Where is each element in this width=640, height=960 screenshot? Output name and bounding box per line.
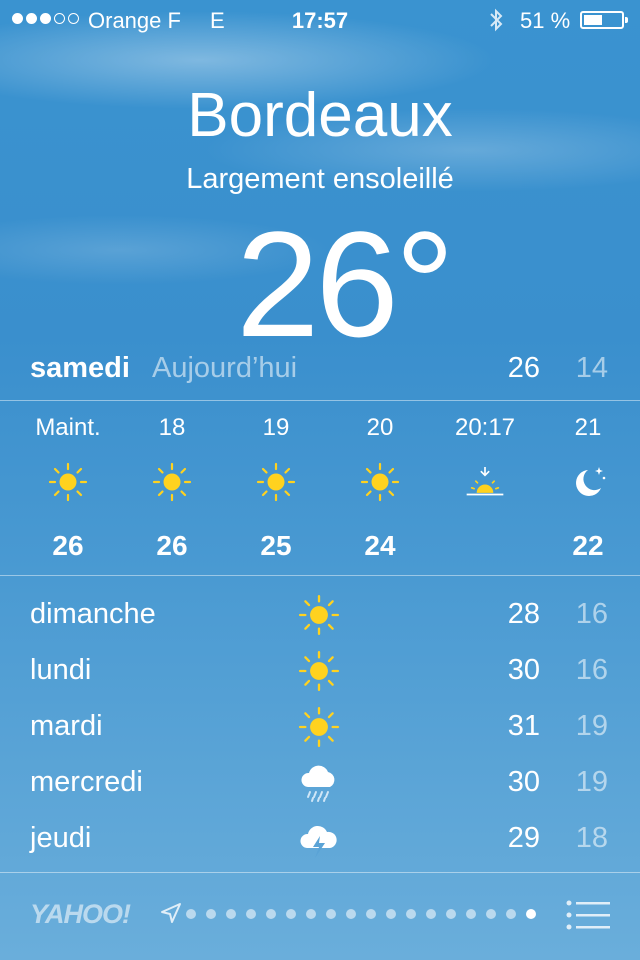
sun-icon xyxy=(360,462,400,502)
page-dot xyxy=(506,909,516,919)
hour-time: 21 xyxy=(574,414,602,441)
sun-icon xyxy=(298,650,340,692)
sun-icon xyxy=(298,594,340,636)
divider xyxy=(0,575,640,576)
current-temperature: 26° xyxy=(236,200,455,368)
page-dot xyxy=(326,909,336,919)
weather-condition: Largement ensoleillé xyxy=(186,163,454,195)
daily-row: jeudi 29 18 xyxy=(0,814,640,864)
hour-temp: 26 xyxy=(156,530,188,561)
hour-time: 20 xyxy=(366,414,394,441)
page-dot xyxy=(526,909,536,919)
page-dot xyxy=(206,909,216,919)
sun-icon xyxy=(256,462,296,502)
day-high: 30 xyxy=(507,654,540,686)
page-dot xyxy=(406,909,416,919)
page-dot xyxy=(246,909,256,919)
location-arrow-icon[interactable] xyxy=(160,902,182,929)
footer-toolbar: YAHOO! xyxy=(0,872,640,960)
page-dot xyxy=(286,909,296,919)
sun-icon xyxy=(152,462,192,502)
day-low: 18 xyxy=(575,822,608,854)
city-name: Bordeaux xyxy=(187,81,453,150)
moon-icon xyxy=(568,462,608,502)
battery-icon xyxy=(580,11,628,29)
daily-row: mardi 31 19 xyxy=(0,702,640,752)
page-dot xyxy=(466,909,476,919)
hour-time: 20:17 xyxy=(454,414,516,441)
sunset-icon xyxy=(465,462,505,502)
page-dot xyxy=(386,909,396,919)
hour-time: 18 xyxy=(158,414,186,441)
day-name: dimanche xyxy=(30,598,156,630)
page-dot xyxy=(446,909,456,919)
page-dot xyxy=(486,909,496,919)
page-dot xyxy=(186,909,196,919)
city-list-icon[interactable] xyxy=(566,900,610,935)
status-bar: Orange F E 17:57 51 % xyxy=(0,0,640,40)
page-dot xyxy=(346,909,356,919)
today-summary: samedi Aujourd’hui 26 14 xyxy=(0,352,640,392)
page-dot xyxy=(266,909,276,919)
rain-cloud-icon xyxy=(298,762,340,804)
hour-time: Maint. xyxy=(35,414,101,441)
today-low: 14 xyxy=(575,352,608,384)
page-dot xyxy=(426,909,436,919)
day-low: 16 xyxy=(575,654,608,686)
day-low: 16 xyxy=(575,598,608,630)
day-high: 31 xyxy=(507,710,540,742)
battery-percent: 51 % xyxy=(520,8,571,33)
day-name: mardi xyxy=(30,710,103,742)
today-label: Aujourd’hui xyxy=(152,352,298,384)
daily-row: lundi 30 16 xyxy=(0,646,640,696)
bluetooth-icon xyxy=(488,8,504,38)
page-dot xyxy=(226,909,236,919)
daily-row: dimanche 28 16 xyxy=(0,590,640,640)
hour-temp: 24 xyxy=(364,530,396,561)
daily-row: mercredi 30 19 xyxy=(0,758,640,808)
page-dot xyxy=(366,909,376,919)
thunderstorm-icon xyxy=(298,818,340,860)
day-low: 19 xyxy=(575,710,608,742)
today-high: 26 xyxy=(507,352,540,384)
hour-time: 19 xyxy=(262,414,290,441)
day-high: 29 xyxy=(507,822,540,854)
hour-temp: 22 xyxy=(572,530,604,561)
day-name: mercredi xyxy=(30,766,143,798)
yahoo-logo[interactable]: YAHOO! xyxy=(30,899,131,930)
hour-temp: 26 xyxy=(52,530,84,561)
day-low: 19 xyxy=(575,766,608,798)
day-high: 30 xyxy=(507,766,540,798)
hour-temp: 25 xyxy=(260,530,292,561)
sun-icon xyxy=(298,706,340,748)
page-indicator[interactable] xyxy=(186,909,536,919)
page-dot xyxy=(306,909,316,919)
today-day: samedi xyxy=(30,352,130,384)
hourly-forecast[interactable]: Maint. 26 18 26 19 25 20 24 20:17 21 22 xyxy=(0,400,640,575)
sun-icon xyxy=(48,462,88,502)
day-name: jeudi xyxy=(30,822,92,854)
day-name: lundi xyxy=(30,654,92,686)
day-high: 28 xyxy=(507,598,540,630)
